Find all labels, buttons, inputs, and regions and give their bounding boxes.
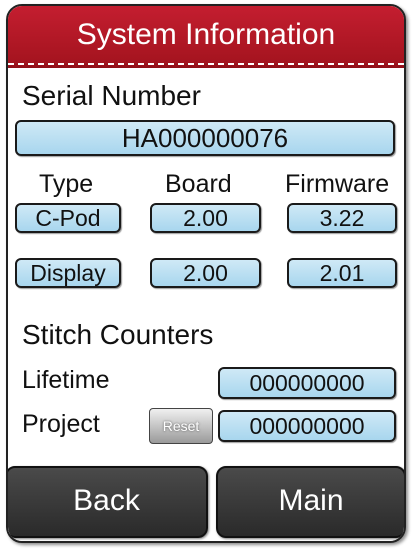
column-header-type: Type bbox=[39, 170, 94, 198]
title-bar: System Information bbox=[8, 6, 404, 68]
system-info-panel: System Information Serial Number HA00000… bbox=[6, 4, 406, 543]
stitch-counters-heading: Stitch Counters bbox=[22, 319, 214, 350]
lifetime-counter-field: 000000000 bbox=[218, 367, 396, 399]
column-header-firmware: Firmware bbox=[285, 170, 390, 198]
cpod-board-field: 2.00 bbox=[150, 203, 261, 233]
display-type-field: Display bbox=[15, 258, 121, 288]
main-button[interactable]: Main bbox=[216, 466, 404, 538]
project-counter-field: 000000000 bbox=[218, 410, 396, 442]
cpod-firmware-field: 3.22 bbox=[287, 203, 397, 233]
lifetime-label: Lifetime bbox=[22, 366, 110, 394]
display-board-field: 2.00 bbox=[150, 258, 261, 288]
serial-number-label: Serial Number bbox=[22, 80, 201, 111]
project-label: Project bbox=[22, 410, 100, 438]
reset-button[interactable]: Reset bbox=[149, 408, 213, 444]
display-firmware-field: 2.01 bbox=[287, 258, 397, 288]
content-area: Serial Number HA000000076 Type Board Fir… bbox=[8, 68, 404, 541]
page-title: System Information bbox=[76, 18, 336, 51]
cpod-type-field: C-Pod bbox=[15, 203, 121, 233]
serial-number-field: HA000000076 bbox=[15, 120, 395, 156]
column-header-board: Board bbox=[165, 170, 232, 198]
back-button[interactable]: Back bbox=[8, 466, 208, 538]
